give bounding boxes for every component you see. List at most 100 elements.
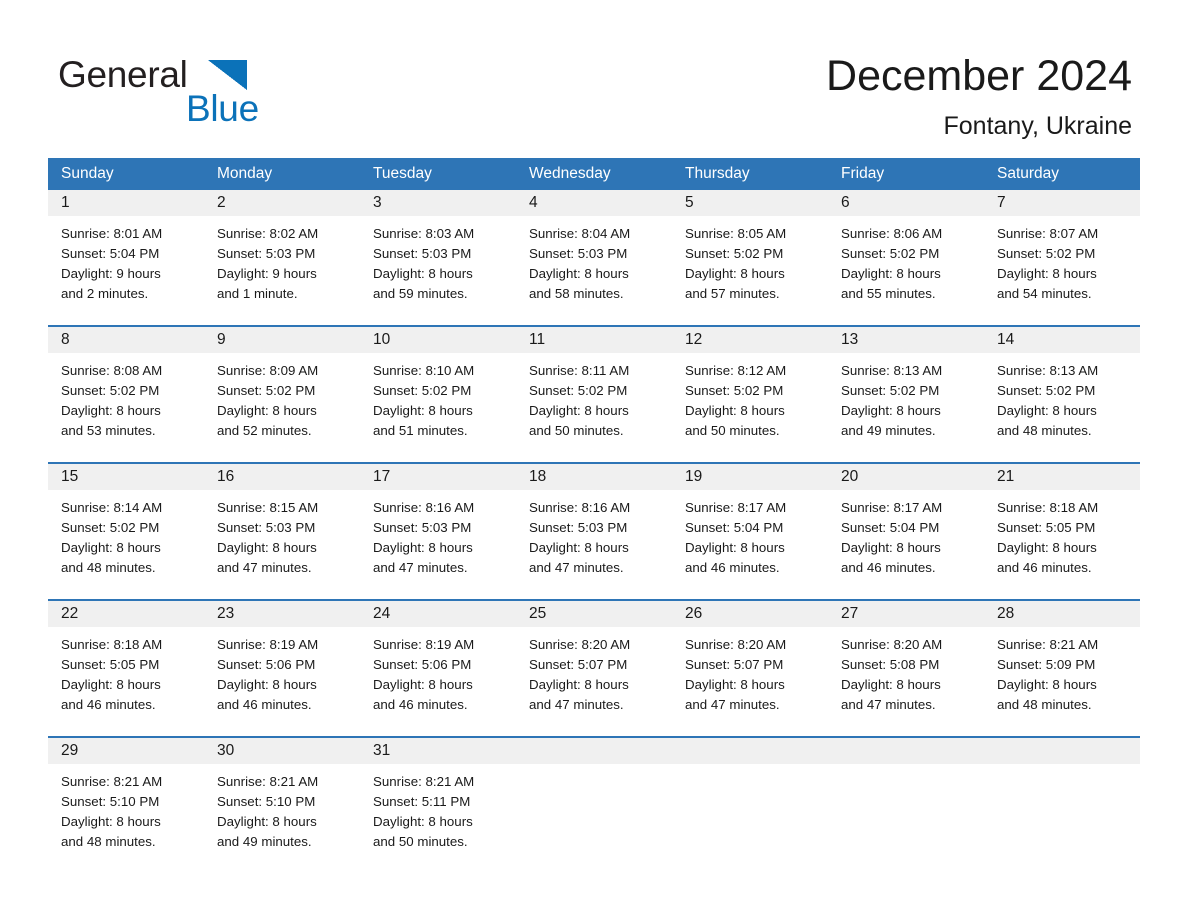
daylight-text: Daylight: 8 hours xyxy=(529,540,629,555)
day-number[interactable]: 1 xyxy=(48,190,204,216)
day-cell[interactable]: Sunrise: 8:04 AM Sunset: 5:03 PM Dayligh… xyxy=(516,216,672,325)
calendar-week-row: 8 9 10 11 12 13 14 Sunrise: 8:08 AM Suns… xyxy=(48,325,1140,462)
day-number-row: 15 16 17 18 19 20 21 xyxy=(48,464,1140,490)
day-number[interactable]: 9 xyxy=(204,327,360,353)
day-number[interactable]: 14 xyxy=(984,327,1140,353)
day-number[interactable]: 19 xyxy=(672,464,828,490)
day-cell[interactable]: Sunrise: 8:07 AM Sunset: 5:02 PM Dayligh… xyxy=(984,216,1140,325)
day-cell[interactable]: Sunrise: 8:14 AM Sunset: 5:02 PM Dayligh… xyxy=(48,490,204,599)
day-number[interactable]: 21 xyxy=(984,464,1140,490)
day-cell[interactable]: Sunrise: 8:12 AM Sunset: 5:02 PM Dayligh… xyxy=(672,353,828,462)
day-number[interactable]: 26 xyxy=(672,601,828,627)
day-cell[interactable]: Sunrise: 8:17 AM Sunset: 5:04 PM Dayligh… xyxy=(672,490,828,599)
day-cell[interactable]: Sunrise: 8:19 AM Sunset: 5:06 PM Dayligh… xyxy=(204,627,360,736)
day-cell[interactable]: Sunrise: 8:09 AM Sunset: 5:02 PM Dayligh… xyxy=(204,353,360,462)
daylight-text-cont: and 46 minutes. xyxy=(841,560,936,575)
sunset-text: Sunset: 5:11 PM xyxy=(373,794,471,809)
day-number[interactable]: 29 xyxy=(48,738,204,764)
daylight-text-cont: and 46 minutes. xyxy=(997,560,1092,575)
daylight-text-cont: and 47 minutes. xyxy=(529,697,624,712)
day-cell[interactable]: Sunrise: 8:13 AM Sunset: 5:02 PM Dayligh… xyxy=(984,353,1140,462)
sunrise-text: Sunrise: 8:06 AM xyxy=(841,226,943,241)
day-number[interactable]: 27 xyxy=(828,601,984,627)
daylight-text: Daylight: 8 hours xyxy=(373,814,473,829)
day-cell[interactable]: Sunrise: 8:10 AM Sunset: 5:02 PM Dayligh… xyxy=(360,353,516,462)
weekday-header-monday: Monday xyxy=(217,165,273,182)
day-detail-row: Sunrise: 8:01 AM Sunset: 5:04 PM Dayligh… xyxy=(48,216,1140,325)
day-number[interactable]: 16 xyxy=(204,464,360,490)
daylight-text: Daylight: 8 hours xyxy=(373,266,473,281)
day-cell[interactable]: Sunrise: 8:21 AM Sunset: 5:10 PM Dayligh… xyxy=(48,764,204,873)
daylight-text-cont: and 59 minutes. xyxy=(373,286,468,301)
day-cell[interactable]: Sunrise: 8:05 AM Sunset: 5:02 PM Dayligh… xyxy=(672,216,828,325)
day-number[interactable]: 5 xyxy=(672,190,828,216)
sunset-text: Sunset: 5:09 PM xyxy=(997,657,1096,672)
sunset-text: Sunset: 5:02 PM xyxy=(997,383,1096,398)
day-number-row: 29 30 31 xyxy=(48,738,1140,764)
daylight-text: Daylight: 8 hours xyxy=(61,540,161,555)
sunrise-text: Sunrise: 8:20 AM xyxy=(841,637,943,652)
day-cell[interactable]: Sunrise: 8:18 AM Sunset: 5:05 PM Dayligh… xyxy=(48,627,204,736)
day-cell[interactable]: Sunrise: 8:20 AM Sunset: 5:08 PM Dayligh… xyxy=(828,627,984,736)
day-number[interactable]: 11 xyxy=(516,327,672,353)
day-cell[interactable]: Sunrise: 8:21 AM Sunset: 5:10 PM Dayligh… xyxy=(204,764,360,873)
daylight-text-cont: and 48 minutes. xyxy=(61,834,156,849)
daylight-text: Daylight: 8 hours xyxy=(841,540,941,555)
day-number[interactable]: 28 xyxy=(984,601,1140,627)
sunrise-text: Sunrise: 8:17 AM xyxy=(841,500,943,515)
day-number[interactable]: 30 xyxy=(204,738,360,764)
day-cell[interactable]: Sunrise: 8:03 AM Sunset: 5:03 PM Dayligh… xyxy=(360,216,516,325)
day-cell[interactable]: Sunrise: 8:20 AM Sunset: 5:07 PM Dayligh… xyxy=(516,627,672,736)
day-cell[interactable]: Sunrise: 8:15 AM Sunset: 5:03 PM Dayligh… xyxy=(204,490,360,599)
general-blue-logo[interactable]: General Blue xyxy=(58,54,318,129)
day-number[interactable]: 25 xyxy=(516,601,672,627)
day-cell[interactable]: Sunrise: 8:21 AM Sunset: 5:11 PM Dayligh… xyxy=(360,764,516,873)
sunrise-text: Sunrise: 8:16 AM xyxy=(529,500,631,515)
day-number[interactable]: 22 xyxy=(48,601,204,627)
day-number[interactable]: 15 xyxy=(48,464,204,490)
day-cell[interactable]: Sunrise: 8:02 AM Sunset: 5:03 PM Dayligh… xyxy=(204,216,360,325)
day-cell-empty xyxy=(828,738,984,764)
day-number[interactable]: 8 xyxy=(48,327,204,353)
day-number[interactable]: 6 xyxy=(828,190,984,216)
daylight-text: Daylight: 8 hours xyxy=(997,403,1097,418)
day-cell[interactable]: Sunrise: 8:11 AM Sunset: 5:02 PM Dayligh… xyxy=(516,353,672,462)
day-cell[interactable]: Sunrise: 8:16 AM Sunset: 5:03 PM Dayligh… xyxy=(360,490,516,599)
day-cell[interactable]: Sunrise: 8:21 AM Sunset: 5:09 PM Dayligh… xyxy=(984,627,1140,736)
day-number[interactable]: 2 xyxy=(204,190,360,216)
day-cell[interactable]: Sunrise: 8:16 AM Sunset: 5:03 PM Dayligh… xyxy=(516,490,672,599)
day-number[interactable]: 20 xyxy=(828,464,984,490)
daylight-text: Daylight: 8 hours xyxy=(61,403,161,418)
day-number[interactable]: 10 xyxy=(360,327,516,353)
daylight-text: Daylight: 8 hours xyxy=(685,266,785,281)
day-cell[interactable]: Sunrise: 8:18 AM Sunset: 5:05 PM Dayligh… xyxy=(984,490,1140,599)
day-cell[interactable]: Sunrise: 8:13 AM Sunset: 5:02 PM Dayligh… xyxy=(828,353,984,462)
sunset-text: Sunset: 5:03 PM xyxy=(373,520,472,535)
day-number[interactable]: 23 xyxy=(204,601,360,627)
day-cell[interactable]: Sunrise: 8:20 AM Sunset: 5:07 PM Dayligh… xyxy=(672,627,828,736)
daylight-text: Daylight: 9 hours xyxy=(61,266,161,281)
day-number[interactable]: 7 xyxy=(984,190,1140,216)
day-number[interactable]: 4 xyxy=(516,190,672,216)
day-cell[interactable]: Sunrise: 8:01 AM Sunset: 5:04 PM Dayligh… xyxy=(48,216,204,325)
day-number[interactable]: 3 xyxy=(360,190,516,216)
sunrise-text: Sunrise: 8:17 AM xyxy=(685,500,787,515)
daylight-text: Daylight: 8 hours xyxy=(685,677,785,692)
sunset-text: Sunset: 5:03 PM xyxy=(529,520,628,535)
daylight-text-cont: and 47 minutes. xyxy=(841,697,936,712)
daylight-text-cont: and 53 minutes. xyxy=(61,423,156,438)
day-cell[interactable]: Sunrise: 8:17 AM Sunset: 5:04 PM Dayligh… xyxy=(828,490,984,599)
day-number[interactable]: 24 xyxy=(360,601,516,627)
day-number[interactable]: 17 xyxy=(360,464,516,490)
sunrise-text: Sunrise: 8:20 AM xyxy=(685,637,787,652)
day-number[interactable]: 18 xyxy=(516,464,672,490)
day-number[interactable]: 13 xyxy=(828,327,984,353)
day-cell[interactable]: Sunrise: 8:08 AM Sunset: 5:02 PM Dayligh… xyxy=(48,353,204,462)
day-cell[interactable]: Sunrise: 8:19 AM Sunset: 5:06 PM Dayligh… xyxy=(360,627,516,736)
daylight-text-cont: and 48 minutes. xyxy=(997,423,1092,438)
sunrise-text: Sunrise: 8:21 AM xyxy=(373,774,475,789)
sunset-text: Sunset: 5:10 PM xyxy=(61,794,160,809)
day-number[interactable]: 12 xyxy=(672,327,828,353)
day-cell[interactable]: Sunrise: 8:06 AM Sunset: 5:02 PM Dayligh… xyxy=(828,216,984,325)
day-number[interactable]: 31 xyxy=(360,738,516,764)
